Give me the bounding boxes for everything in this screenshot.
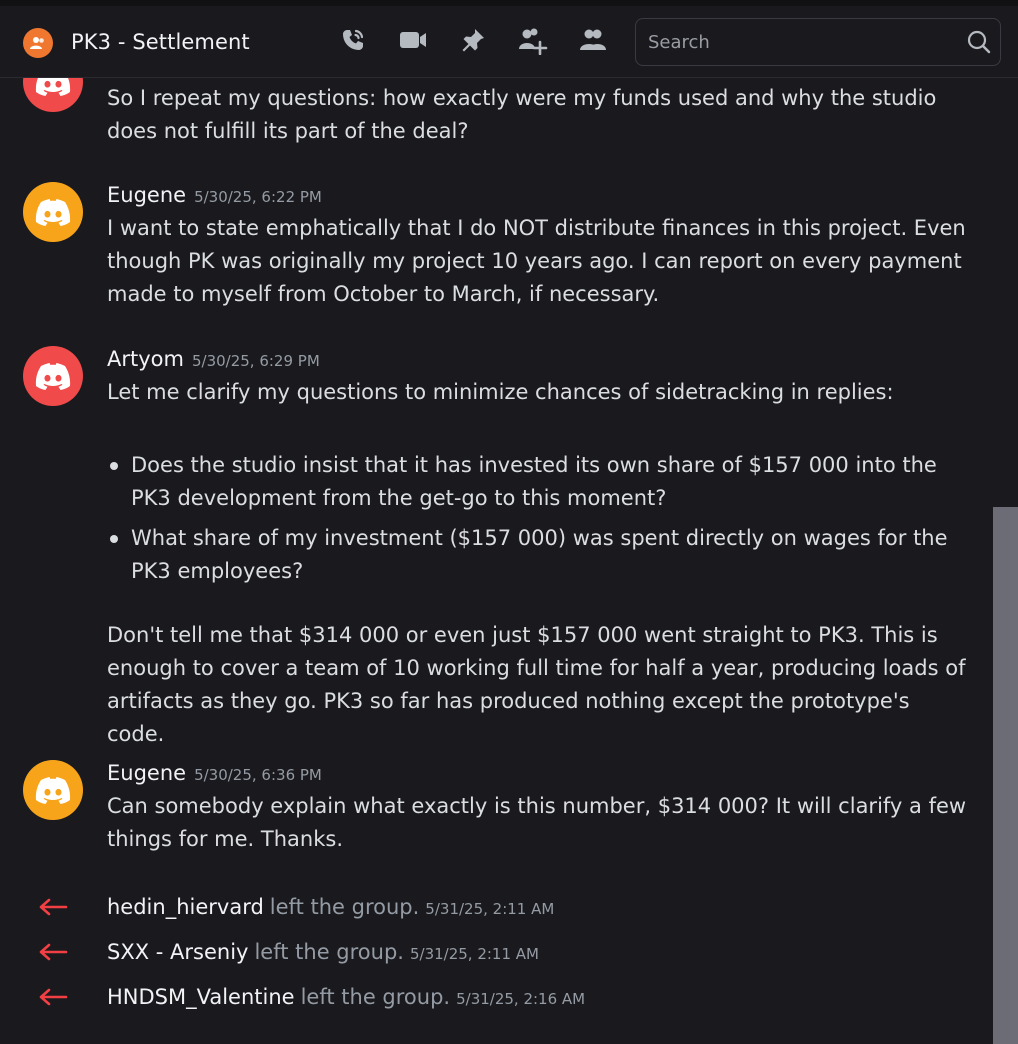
avatar[interactable]: [23, 78, 83, 112]
system-username[interactable]: hedin_hiervard: [107, 895, 264, 919]
pin-icon: [459, 26, 487, 58]
system-timestamp: 5/31/25, 2:11 AM: [425, 900, 555, 918]
message-author[interactable]: Eugene 5/30/25, 6:22 PM: [107, 181, 322, 211]
leave-arrow-icon: [38, 897, 68, 921]
system-message: SXX - Arseniy left the group. 5/31/25, 2:1…: [0, 935, 992, 969]
system-action: left the group.: [300, 985, 451, 1009]
author-name[interactable]: Artyom: [107, 347, 184, 371]
message-author[interactable]: Artyom 5/30/25, 6:29 PM: [107, 345, 320, 375]
author-name[interactable]: Eugene: [107, 183, 186, 207]
message-paragraph: Let me clarify my questions to minimize …: [107, 380, 894, 404]
voice-call-button[interactable]: [336, 25, 370, 59]
message-text: I want to state emphatically that I do N…: [107, 216, 966, 306]
search-box[interactable]: [635, 18, 1001, 66]
message-text: Can somebody explain what exactly is thi…: [107, 794, 967, 851]
message-timestamp: 5/30/25, 6:36 PM: [194, 766, 322, 784]
system-message: hedin_hiervard left the group. 5/31/25, 2:…: [0, 890, 992, 924]
system-message: HNDSM_Valentine left the group. 5/31/25, 2…: [0, 980, 992, 1014]
search-input[interactable]: [648, 29, 968, 55]
system-action: left the group.: [254, 940, 404, 964]
member-list-icon: [578, 26, 608, 58]
discord-logo-icon: [35, 363, 71, 390]
video-call-button[interactable]: [396, 25, 430, 59]
channel-header: PK3 - Settlement: [0, 6, 1018, 78]
bullet-item: What share of my investment ($157 000) w…: [107, 522, 967, 588]
avatar[interactable]: [23, 346, 83, 406]
discord-logo-icon: [35, 199, 71, 226]
pinned-messages-button[interactable]: [456, 25, 490, 59]
bullet-list: Does the studio insist that it has inves…: [107, 449, 967, 588]
video-call-icon: [398, 26, 428, 58]
message-timestamp: 5/30/25, 6:22 PM: [194, 188, 322, 206]
message-author[interactable]: Eugene 5/30/25, 6:36 PM: [107, 759, 322, 789]
search-icon[interactable]: [966, 29, 992, 59]
bullet-item: Does the studio insist that it has inves…: [107, 449, 967, 515]
avatar[interactable]: [23, 760, 83, 820]
message-timestamp: 5/30/25, 6:29 PM: [191, 352, 320, 370]
member-list-button[interactable]: [576, 25, 610, 59]
message-text: Let me clarify my questions to minimize …: [107, 376, 967, 751]
avatar[interactable]: [23, 182, 83, 242]
author-name[interactable]: Eugene: [107, 761, 186, 785]
leave-arrow-icon: [38, 942, 68, 966]
discord-logo-icon: [35, 78, 71, 96]
message-list: So I repeat my questions: how exactly we…: [0, 78, 992, 1044]
channel-title: PK3 - Settlement: [71, 30, 250, 54]
scrollbar-thumb[interactable]: [993, 507, 1018, 1044]
message-text: So I repeat my questions: how exactly we…: [107, 86, 937, 143]
add-friends-button[interactable]: [516, 25, 550, 59]
system-action: left the group.: [269, 895, 420, 919]
message-paragraph: Don't tell me that $314 000 or even just…: [107, 623, 966, 746]
discord-logo-icon: [35, 777, 71, 804]
leave-arrow-icon: [38, 987, 68, 1011]
system-timestamp: 5/31/25, 2:11 AM: [409, 945, 539, 963]
add-friends-icon: [518, 25, 548, 59]
system-timestamp: 5/31/25, 2:16 AM: [456, 990, 586, 1008]
system-username[interactable]: SXX - Arseniy: [107, 940, 248, 964]
system-username[interactable]: HNDSM_Valentine: [107, 985, 295, 1009]
group-dm-icon: [23, 28, 53, 58]
phone-call-icon: [339, 26, 367, 58]
